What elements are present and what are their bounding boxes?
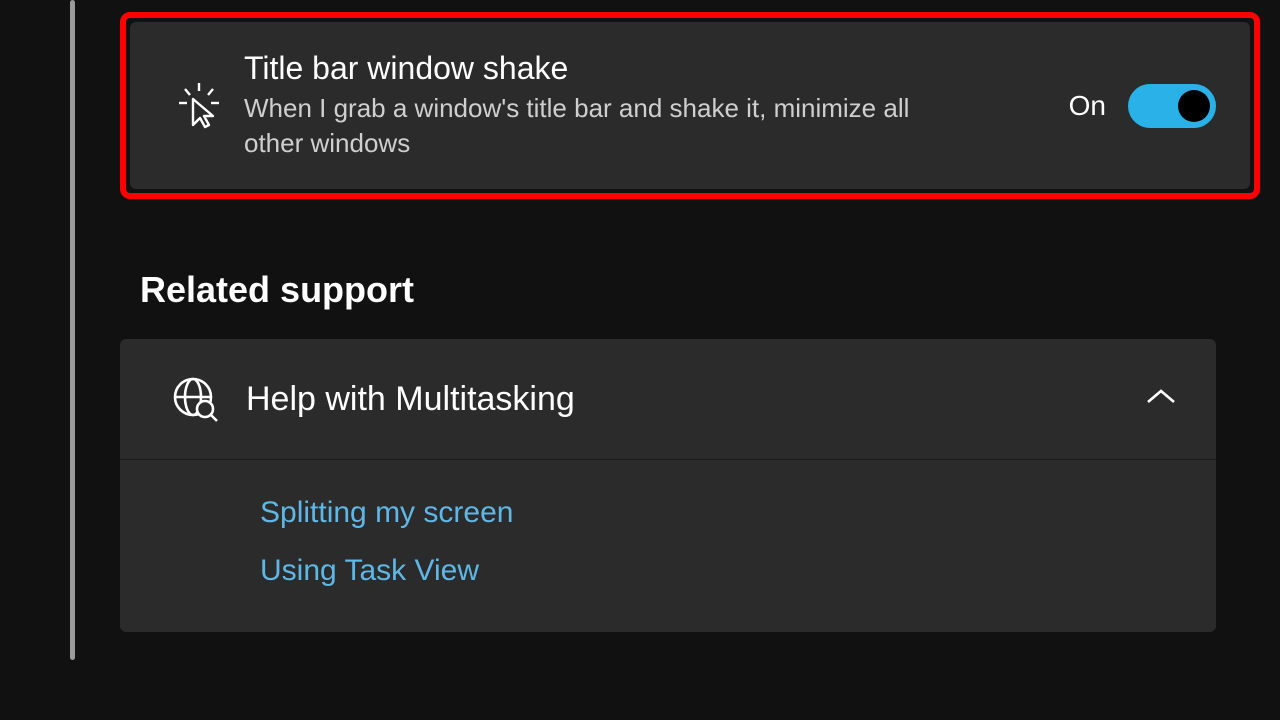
setting-title-bar-shake[interactable]: Title bar window shake When I grab a win… bbox=[130, 22, 1250, 189]
support-body: Splitting my screen Using Task View bbox=[120, 459, 1216, 632]
scrollbar[interactable] bbox=[70, 0, 75, 660]
setting-description: When I grab a window's title bar and sha… bbox=[244, 91, 944, 161]
globe-search-icon bbox=[160, 375, 230, 423]
support-card: Help with Multitasking Splitting my scre… bbox=[120, 339, 1216, 632]
support-link-splitting-screen[interactable]: Splitting my screen bbox=[260, 496, 1176, 530]
toggle-state-label: On bbox=[1069, 90, 1106, 122]
support-title: Help with Multitasking bbox=[230, 380, 1146, 419]
setting-title: Title bar window shake bbox=[244, 50, 1039, 87]
support-header[interactable]: Help with Multitasking bbox=[120, 339, 1216, 459]
highlight-box: Title bar window shake When I grab a win… bbox=[120, 12, 1260, 199]
support-link-using-task-view[interactable]: Using Task View bbox=[260, 554, 1176, 588]
toggle-switch[interactable] bbox=[1128, 84, 1216, 128]
toggle-knob bbox=[1178, 90, 1210, 122]
settings-content: Title bar window shake When I grab a win… bbox=[120, 0, 1260, 632]
related-support-heading: Related support bbox=[140, 269, 1260, 311]
cursor-click-icon bbox=[164, 83, 234, 129]
chevron-up-icon bbox=[1146, 388, 1176, 411]
